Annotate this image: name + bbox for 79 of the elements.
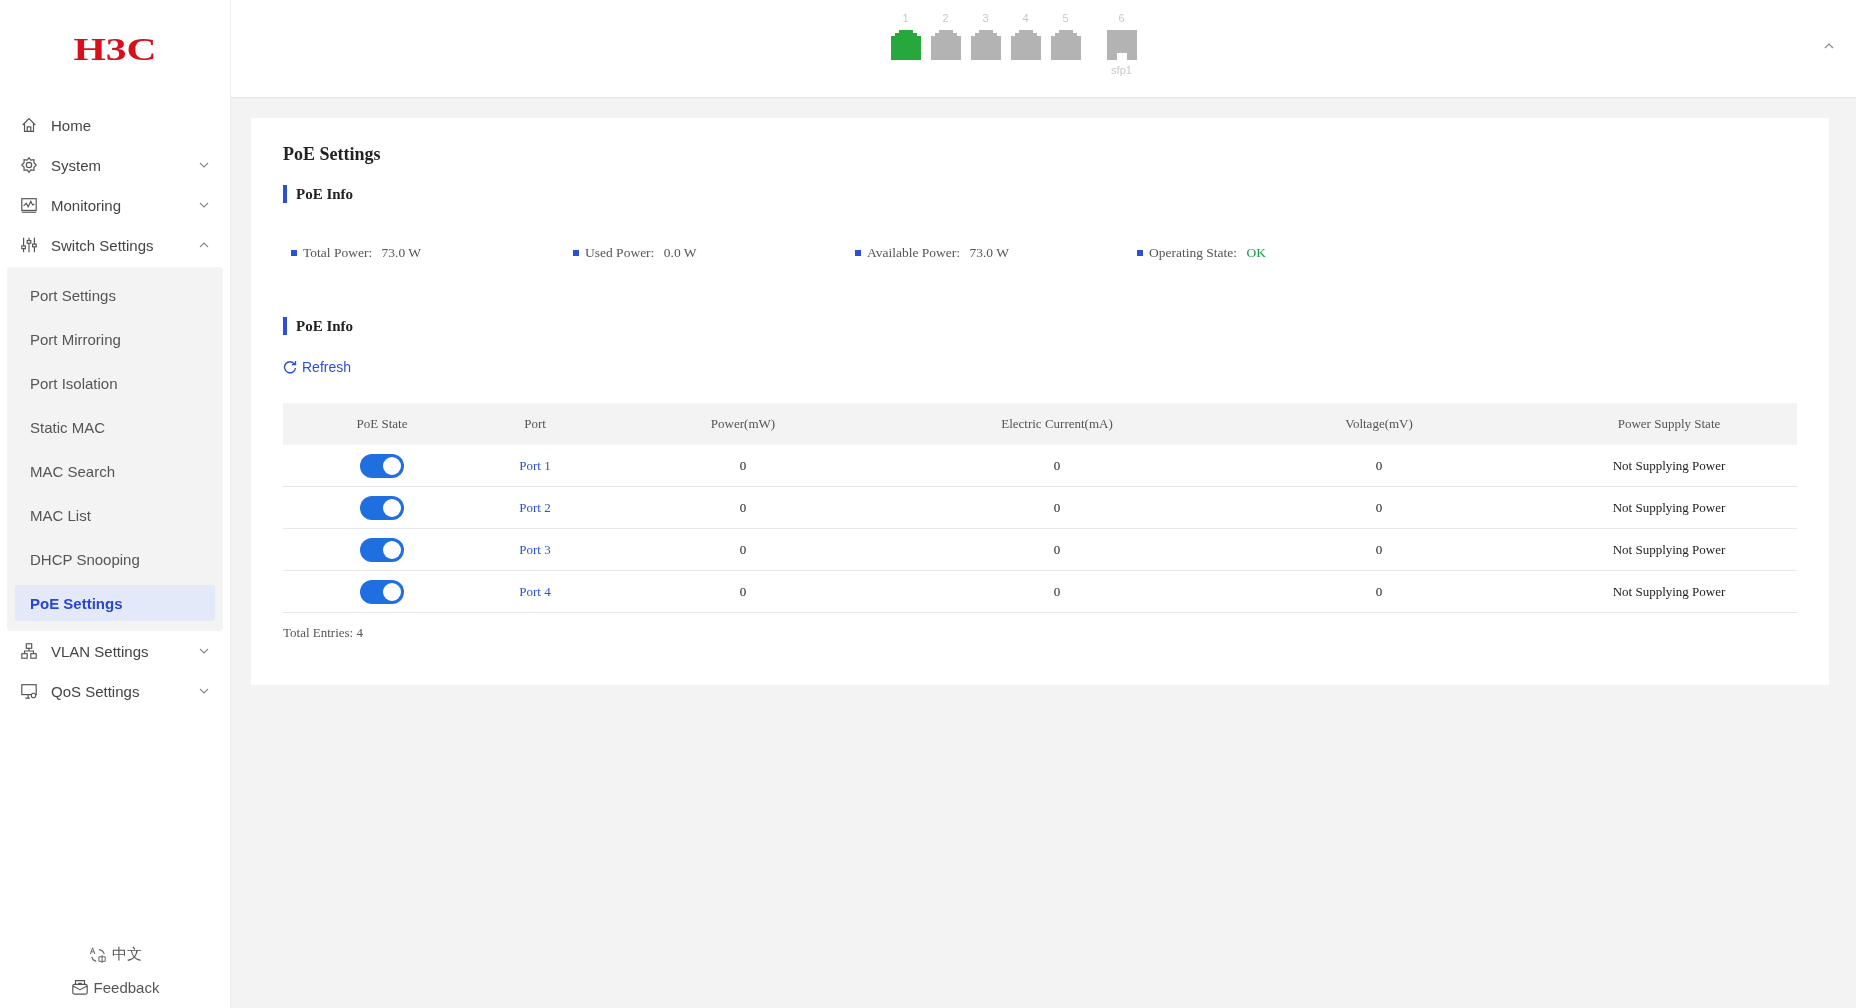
table-cell: 0 (1217, 528, 1541, 571)
sliders-icon (20, 236, 38, 254)
submenu-item[interactable]: DHCP Snooping (15, 541, 215, 577)
toggle-switch[interactable] (360, 453, 404, 478)
translate-icon (88, 945, 107, 964)
menu-item[interactable]: QoS Settings (0, 671, 230, 711)
table-cell: 0 (1217, 486, 1541, 529)
column-header: Power Supply State (1541, 403, 1797, 445)
bullet-icon (573, 250, 579, 256)
stat-value: 73.0 W (968, 245, 1009, 261)
stat-value: 73.0 W (380, 245, 422, 261)
menu-item[interactable]: Monitoring (0, 185, 230, 225)
table-cell: Not Supplying Power (1541, 570, 1797, 613)
menu-item[interactable]: Switch Settings (0, 225, 230, 265)
submenu-item[interactable]: Port Settings (15, 277, 215, 313)
network-icon (20, 642, 38, 660)
menu-item[interactable]: Home (0, 105, 230, 145)
port-link[interactable]: Port 2 (481, 486, 589, 529)
column-header: Port (481, 403, 589, 445)
ethernet-port-icon[interactable] (1050, 30, 1081, 60)
stat-value: OK (1245, 245, 1266, 261)
submenu-item[interactable]: MAC Search (15, 453, 215, 489)
bullet-icon (1137, 250, 1143, 256)
table-cell: 0 (897, 486, 1217, 529)
table-cell: 0 (1217, 445, 1541, 487)
table-cell: 0 (897, 445, 1217, 487)
refresh-button[interactable]: Refresh (283, 359, 352, 375)
sfp-port-icon[interactable] (1106, 30, 1137, 60)
settings-icon (20, 156, 38, 174)
column-header: PoE State (283, 403, 481, 445)
section-heading: PoE Info (296, 185, 354, 203)
stat-label: Available Power: (867, 245, 961, 261)
table-cell: Not Supplying Power (1541, 486, 1797, 529)
refresh-icon (283, 360, 297, 374)
section-heading: PoE Info (296, 317, 354, 335)
feedback-link[interactable]: Feedback (93, 978, 160, 996)
bullet-icon (855, 250, 861, 256)
table-cell: Not Supplying Power (1541, 528, 1797, 571)
logo: H3C (73, 33, 157, 65)
table-cell: 0 (897, 528, 1217, 571)
submenu-item[interactable]: Port Mirroring (15, 321, 215, 357)
port-link[interactable]: Port 1 (481, 445, 589, 487)
menu-item[interactable]: VLAN Settings (0, 631, 230, 671)
column-header: Voltage(mV) (1217, 403, 1541, 445)
language-link[interactable]: 中文 (111, 945, 142, 964)
page-title: PoE Settings (283, 144, 382, 165)
bullet-icon (291, 250, 297, 256)
stat-label: Operating State: (1149, 245, 1238, 261)
ethernet-port-icon[interactable] (930, 30, 961, 60)
column-header: Electric Current(mA) (897, 403, 1217, 445)
table-cell: 0 (897, 570, 1217, 613)
table-cell: 0 (1217, 570, 1541, 613)
mail-icon (70, 978, 89, 996)
table-cell: 0 (589, 445, 897, 487)
submenu-item[interactable]: PoE Settings (15, 585, 215, 621)
monitor-icon (20, 682, 38, 700)
toggle-switch[interactable] (360, 579, 404, 604)
toggle-switch[interactable] (360, 537, 404, 562)
port-link[interactable]: Port 3 (481, 528, 589, 571)
home-icon (20, 116, 38, 134)
table-cell: 0 (589, 486, 897, 529)
ethernet-port-icon[interactable] (1010, 30, 1041, 60)
submenu-item[interactable]: Port Isolation (15, 365, 215, 401)
table-cell: 0 (589, 570, 897, 613)
toggle-switch[interactable] (360, 495, 404, 520)
table-cell: 0 (589, 528, 897, 571)
stat-label: Total Power: (303, 245, 373, 261)
ethernet-port-icon[interactable] (890, 30, 921, 60)
column-header: Power(mW) (589, 403, 897, 445)
ethernet-port-icon[interactable] (970, 30, 1001, 60)
menu-item[interactable]: System (0, 145, 230, 185)
submenu-item[interactable]: MAC List (15, 497, 215, 533)
chart-icon (20, 196, 38, 214)
submenu-item[interactable]: Static MAC (15, 409, 215, 445)
port-link[interactable]: Port 4 (481, 570, 589, 613)
stat-value: 0.0 W (662, 245, 697, 261)
table-cell: Not Supplying Power (1541, 445, 1797, 487)
total-entries: Total Entries: 4 (283, 625, 363, 641)
stat-label: Used Power: (585, 245, 655, 261)
